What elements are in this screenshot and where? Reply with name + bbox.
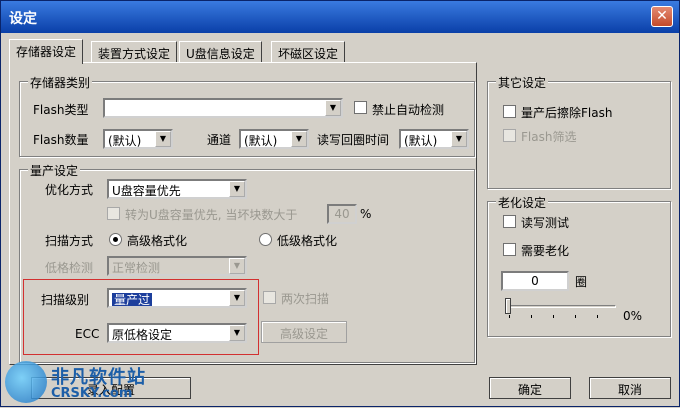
ecc-label: ECC (75, 327, 100, 341)
other-settings-title: 其它设定 (496, 74, 549, 91)
settings-window: 设定 ✕ 存储器设定 装置方式设定 U盘信息设定 坏磁区设定 存储器类别 Fla… (0, 0, 680, 407)
disable-autodetect-checkbox[interactable] (354, 101, 367, 114)
rw-loop-label: 读写回圈时间 (317, 133, 390, 147)
slider-tick (597, 315, 598, 318)
flash-filter-label: Flash筛选 (521, 130, 577, 144)
erase-after-checkbox[interactable] (503, 105, 516, 118)
switch-capacity-checkbox[interactable] (107, 207, 120, 220)
advanced-settings-button[interactable]: 高级设定 (261, 321, 347, 343)
title-bar: 设定 ✕ (1, 1, 679, 33)
low-format-label: 低级格式化 (277, 234, 338, 248)
low-format-radio[interactable] (259, 233, 272, 246)
switch-capacity-unit: % (360, 207, 372, 221)
ecc-select[interactable]: 原低格设定 ▼ (107, 323, 247, 343)
production-group-title: 量产设定 (28, 162, 81, 179)
chevron-down-icon: ▼ (325, 100, 341, 116)
aging-slider-thumb[interactable] (505, 298, 511, 314)
flash-type-select[interactable]: ▼ (103, 98, 343, 118)
chevron-down-icon: ▼ (291, 131, 307, 147)
close-icon[interactable]: ✕ (651, 6, 673, 27)
channel-select[interactable]: (默认) ▼ (239, 129, 309, 149)
flash-count-select[interactable]: (默认) ▼ (103, 129, 173, 149)
switch-capacity-label: 转为U盘容量优先, 当坏块数大于 (125, 208, 298, 222)
high-format-label: 高级格式化 (127, 234, 188, 248)
ok-button[interactable]: 确定 (489, 377, 571, 399)
tab-bad-sector[interactable]: 坏磁区设定 (271, 41, 346, 63)
need-aging-label: 需要老化 (521, 244, 570, 258)
optimize-select[interactable]: U盘容量优先 ▼ (107, 179, 247, 199)
chevron-down-icon: ▼ (229, 325, 245, 341)
scan-mode-label: 扫描方式 (45, 234, 94, 248)
double-scan-label: 两次扫描 (281, 292, 330, 306)
switch-capacity-input[interactable]: 40 (327, 204, 357, 224)
flash-type-label: Flash类型 (33, 103, 89, 117)
scan-level-label: 扫描级别 (41, 293, 90, 307)
flash-filter-checkbox[interactable] (503, 129, 516, 142)
aging-slider-track[interactable] (506, 305, 616, 308)
watermark-logo-icon (5, 361, 47, 403)
aging-cycles-input[interactable]: 0 (501, 271, 569, 291)
slider-tick (531, 315, 532, 318)
slider-tick (553, 315, 554, 318)
slider-tick (509, 315, 510, 318)
tab-udisk-info[interactable]: U盘信息设定 (179, 41, 262, 63)
window-title: 设定 (9, 11, 37, 27)
low-detect-select[interactable]: 正常检测 ▼ (107, 256, 247, 276)
rw-loop-select[interactable]: (默认) ▼ (399, 129, 469, 149)
rw-test-label: 读写测试 (521, 216, 570, 230)
flash-count-label: Flash数量 (33, 133, 89, 147)
chevron-down-icon: ▼ (229, 181, 245, 197)
slider-tick (575, 315, 576, 318)
scan-level-select[interactable]: 量产过 ▼ (107, 288, 247, 308)
cancel-button[interactable]: 取消 (589, 377, 671, 399)
chevron-down-icon: ▼ (229, 258, 245, 274)
watermark-url: CRSKY.com (51, 386, 133, 401)
aging-cycles-unit: 圈 (575, 275, 588, 289)
chevron-down-icon: ▼ (155, 131, 171, 147)
erase-after-label: 量产后擦除Flash (521, 106, 613, 120)
rw-test-checkbox[interactable] (503, 215, 516, 228)
watermark: 非凡软件站 CRSKY.com (1, 359, 171, 408)
need-aging-checkbox[interactable] (503, 243, 516, 256)
low-detect-label: 低格检测 (45, 261, 94, 275)
storage-group-title: 存储器类别 (28, 74, 93, 91)
tab-device-mode[interactable]: 装置方式设定 (91, 41, 178, 63)
chevron-down-icon: ▼ (451, 131, 467, 147)
high-format-radio[interactable] (109, 233, 122, 246)
tab-storage-settings[interactable]: 存储器设定 (9, 39, 84, 64)
channel-label: 通道 (207, 133, 232, 147)
aging-group-title: 老化设定 (496, 194, 549, 211)
optimize-label: 优化方式 (45, 183, 94, 197)
disable-autodetect-label: 禁止自动检测 (372, 103, 445, 117)
chevron-down-icon: ▼ (229, 290, 245, 306)
aging-slider-value: 0% (623, 309, 643, 323)
double-scan-checkbox[interactable] (263, 291, 276, 304)
